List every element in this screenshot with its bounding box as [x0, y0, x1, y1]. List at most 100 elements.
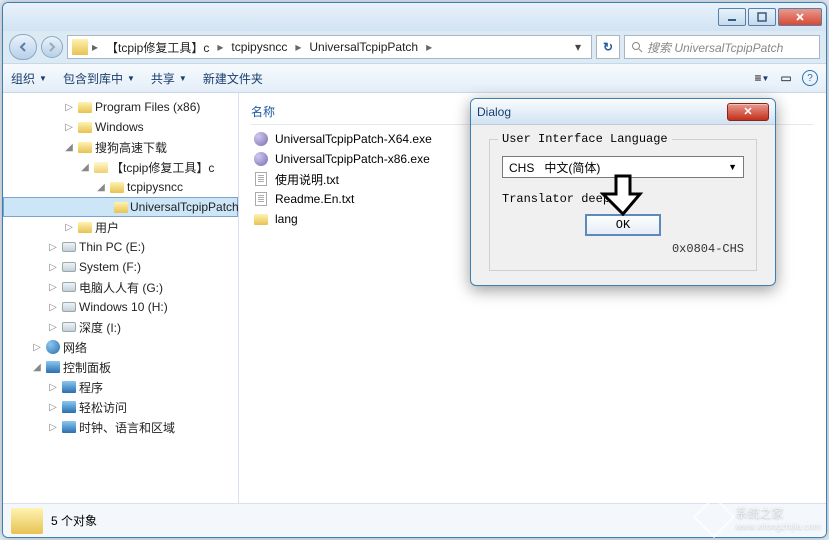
- tree-expander-icon[interactable]: ▷: [47, 421, 59, 433]
- tree-expander-icon[interactable]: ▷: [47, 281, 59, 293]
- tree-label: 用户: [95, 219, 119, 236]
- search-icon: [631, 41, 643, 53]
- folder-icon: [109, 179, 125, 195]
- breadcrumb-item[interactable]: 【tcpip修复工具】c: [102, 39, 213, 56]
- exe-icon: [253, 151, 269, 167]
- tree-item[interactable]: ▷ Windows 10 (H:): [3, 297, 238, 317]
- tree-label: UniversalTcpipPatch: [130, 200, 239, 214]
- tree-expander-icon[interactable]: ◢: [79, 161, 91, 173]
- watermark: 系统之家 www.xitongzhijia.com: [699, 502, 821, 532]
- dialog-close-button[interactable]: ✕: [727, 103, 769, 121]
- chevron-down-icon: ▼: [127, 74, 135, 83]
- tree-item[interactable]: ▷ 用户: [3, 217, 238, 237]
- folder-open-icon: [93, 159, 109, 175]
- tree-expander-icon[interactable]: ▷: [47, 261, 59, 273]
- tree-item[interactable]: ▷ 轻松访问: [3, 397, 238, 417]
- tree-item[interactable]: ▷深度 (I:): [3, 317, 238, 337]
- tree-expander-icon[interactable]: ▷: [63, 121, 75, 133]
- breadcrumb-item[interactable]: tcpipysncc: [227, 40, 291, 54]
- nav-forward-button[interactable]: [41, 36, 63, 58]
- address-bar: ▸ 【tcpip修复工具】c ▸ tcpipysncc ▸ UniversalT…: [3, 31, 826, 63]
- folder-icon: [77, 99, 93, 115]
- tree-label: 轻松访问: [79, 399, 127, 416]
- cp-sub-icon: [61, 399, 77, 415]
- window-controls: [718, 8, 822, 26]
- drive-icon: [61, 299, 77, 315]
- file-name: UniversalTcpipPatch-X64.exe: [275, 132, 432, 146]
- chevron-down-icon[interactable]: ▾: [569, 40, 587, 54]
- toolbar-organize[interactable]: 组织▼: [11, 70, 47, 87]
- tree-label: System (F:): [79, 260, 141, 274]
- chevron-right-icon[interactable]: ▸: [90, 40, 100, 54]
- toolbar-newfolder[interactable]: 新建文件夹: [203, 70, 263, 87]
- tree-label: 【tcpip修复工具】c: [111, 159, 214, 176]
- tree-label: 时钟、语言和区域: [79, 419, 175, 436]
- nav-tree[interactable]: ▷ Program Files (x86) ▷Windows ◢ 搜狗高速下载 ◢ 【tcp…: [3, 93, 239, 503]
- pointer-arrow-icon: [600, 172, 646, 218]
- tree-expander-icon[interactable]: ▷: [47, 301, 59, 313]
- file-name: lang: [275, 212, 298, 226]
- chevron-right-icon[interactable]: ▸: [424, 40, 434, 54]
- tree-item[interactable]: ▷Windows: [3, 117, 238, 137]
- chevron-right-icon[interactable]: ▸: [293, 40, 303, 54]
- search-input[interactable]: 搜索 UniversalTcpipPatch: [624, 35, 820, 59]
- chevron-down-icon: ▼: [728, 162, 737, 172]
- toolbar-share[interactable]: 共享▼: [151, 70, 187, 87]
- cp-sub-icon: [61, 379, 77, 395]
- tree-item[interactable]: ▷ 时钟、语言和区域: [3, 417, 238, 437]
- tree-expander-icon[interactable]: ▷: [31, 341, 43, 353]
- refresh-button[interactable]: ↻: [596, 35, 620, 59]
- drive-icon: [61, 319, 77, 335]
- tree-expander-icon[interactable]: ▷: [47, 321, 59, 333]
- tree-item[interactable]: ◢tcpipysncc: [3, 177, 238, 197]
- tree-expander-icon[interactable]: ▷: [47, 241, 59, 253]
- txt-icon: [253, 191, 269, 207]
- tree-item[interactable]: ▷网络: [3, 337, 238, 357]
- tree-expander-icon[interactable]: ◢: [95, 181, 107, 193]
- language-dialog: Dialog ✕ User Interface Language CHS 中文(…: [470, 98, 776, 286]
- group-legend: User Interface Language: [498, 132, 672, 146]
- tree-expander-icon[interactable]: ▷: [63, 101, 75, 113]
- status-count: 5 个对象: [51, 512, 97, 529]
- tree-expander-icon[interactable]: ▷: [63, 221, 75, 233]
- tree-label: 控制面板: [63, 359, 111, 376]
- tree-expander-icon[interactable]: ▷: [47, 401, 59, 413]
- breadcrumb-item[interactable]: UniversalTcpipPatch: [305, 40, 422, 54]
- tree-label: 搜狗高速下载: [95, 139, 167, 156]
- tree-item[interactable]: ▷ System (F:): [3, 257, 238, 277]
- view-options-button[interactable]: ≡ ▼: [754, 70, 770, 86]
- minimize-button[interactable]: [718, 8, 746, 26]
- tree-item[interactable]: ▷ 程序: [3, 377, 238, 397]
- breadcrumb[interactable]: ▸ 【tcpip修复工具】c ▸ tcpipysncc ▸ UniversalT…: [67, 35, 592, 59]
- preview-pane-button[interactable]: ▭: [778, 70, 794, 86]
- search-placeholder: 搜索 UniversalTcpipPatch: [647, 39, 783, 56]
- folder-icon: [114, 199, 128, 215]
- tree-expander-icon[interactable]: ▷: [47, 381, 59, 393]
- nav-back-button[interactable]: [9, 34, 37, 60]
- folder-icon: [253, 211, 269, 227]
- tree-expander-icon[interactable]: ◢: [31, 361, 43, 373]
- tree-item[interactable]: ◢ 【tcpip修复工具】c: [3, 157, 238, 177]
- file-name: Readme.En.txt: [275, 192, 354, 206]
- dialog-titlebar[interactable]: Dialog ✕: [471, 99, 775, 125]
- titlebar: [3, 3, 826, 31]
- help-button[interactable]: ?: [802, 70, 818, 86]
- tree-item[interactable]: UniversalTcpipPatch: [3, 197, 238, 217]
- tree-item[interactable]: ◢ 控制面板: [3, 357, 238, 377]
- tree-item[interactable]: ▷ Thin PC (E:): [3, 237, 238, 257]
- tree-label: Program Files (x86): [95, 100, 200, 114]
- tree-expander-icon[interactable]: ◢: [63, 141, 75, 153]
- tree-item[interactable]: ◢ 搜狗高速下载: [3, 137, 238, 157]
- toolbar-include[interactable]: 包含到库中▼: [63, 70, 135, 87]
- folder-icon: [77, 119, 93, 135]
- maximize-button[interactable]: [748, 8, 776, 26]
- tree-item[interactable]: ▷ Program Files (x86): [3, 97, 238, 117]
- tree-label: Windows 10 (H:): [79, 300, 168, 314]
- tree-label: Thin PC (E:): [79, 240, 145, 254]
- tree-item[interactable]: ▷电脑人人有 (G:): [3, 277, 238, 297]
- file-name: 使用说明.txt: [275, 171, 339, 188]
- close-button[interactable]: [778, 8, 822, 26]
- folder-icon: [11, 508, 43, 534]
- chevron-right-icon[interactable]: ▸: [215, 40, 225, 54]
- tree-label: 程序: [79, 379, 103, 396]
